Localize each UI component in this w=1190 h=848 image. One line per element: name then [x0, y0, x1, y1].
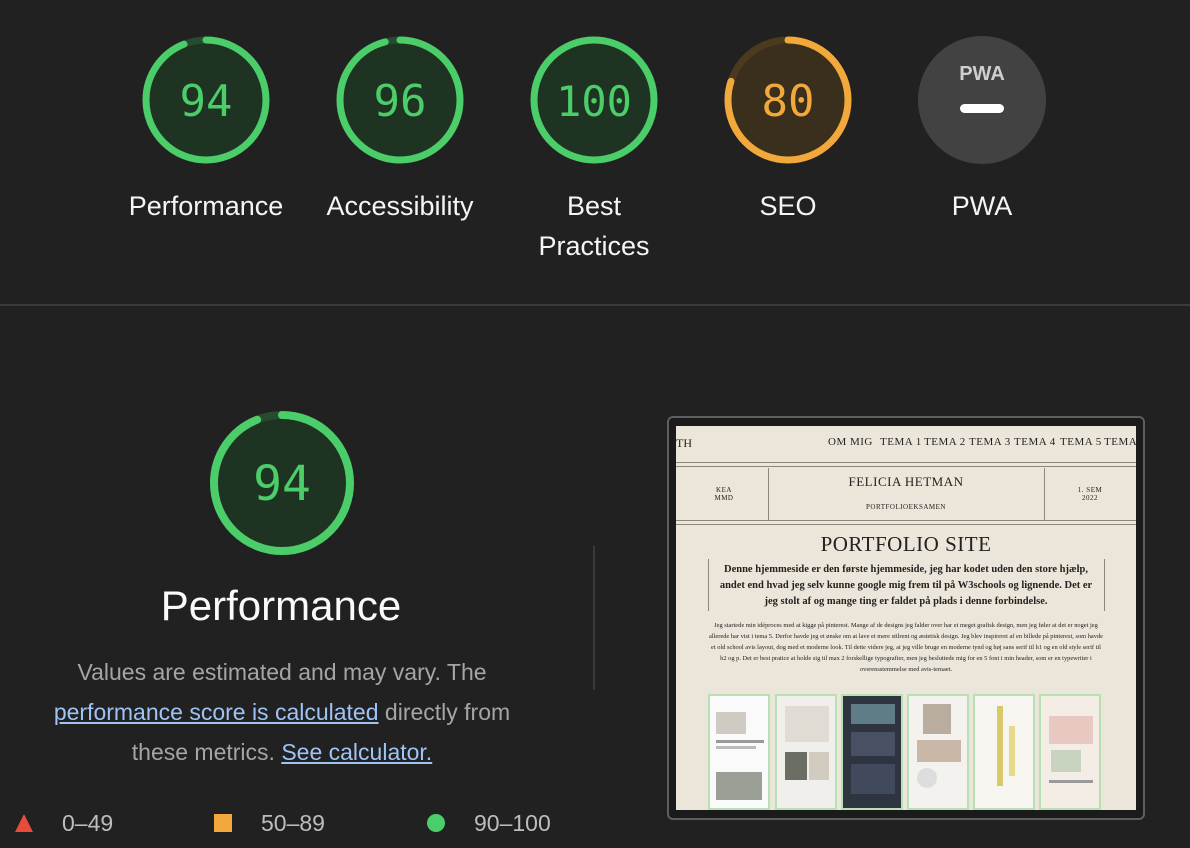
rule: [768, 468, 769, 520]
rule: [676, 524, 1136, 525]
theme-thumbnail: [775, 694, 837, 810]
gauge-ring: 94: [142, 36, 270, 164]
theme-thumbnail: [841, 694, 903, 810]
vertical-divider: [593, 546, 595, 690]
gauge-ring: 100: [530, 36, 658, 164]
site-thumbnails: [708, 694, 1104, 810]
performance-gauge-large: 94: [209, 410, 355, 556]
pwa-dash-icon: [960, 104, 1004, 113]
site-nav-item: TEMA 3: [969, 436, 1011, 448]
gauge-label: SEO: [759, 191, 817, 221]
gauge-ring: 96: [336, 36, 464, 164]
site-author-name: FELICIA HETMAN: [848, 474, 964, 489]
site-nav-item: TEMA 1: [880, 436, 922, 448]
gauge-seo[interactable]: 80 SEO: [724, 36, 852, 221]
site-nav-item: TEMA 6: [1104, 436, 1136, 448]
square-icon: [214, 814, 232, 832]
site-body-text: Jeg startede min idéproces med at kigge …: [709, 622, 1103, 673]
pwa-badge: PWA: [918, 36, 1046, 164]
site-logo: TH: [676, 436, 692, 450]
theme-thumbnail: [708, 694, 770, 810]
legend-range: 90–100: [474, 810, 551, 836]
gauge-label: Performance: [128, 191, 284, 221]
header-left-top: KEA: [716, 486, 732, 494]
section-divider: [0, 304, 1190, 306]
gauge-performance[interactable]: 94 Performance: [129, 36, 283, 221]
site-intro: Denne hjemmeside er den første hjemmesid…: [719, 564, 1093, 607]
rule: [708, 559, 709, 611]
site-nav-item: TEMA 5: [1060, 436, 1102, 448]
gauge-label: Accessibility: [326, 191, 474, 221]
gauge-label: PWA: [951, 191, 1013, 221]
rule: [1044, 468, 1045, 520]
score-calculation-link[interactable]: performance score is calculated: [54, 699, 379, 725]
site-nav-item: OM MIG: [828, 436, 873, 448]
site-heading: PORTFOLIO SITE: [820, 532, 992, 556]
legend-average: 50–89: [213, 808, 353, 840]
site-nav-item: TEMA 4: [1014, 436, 1056, 448]
rule: [676, 462, 1136, 463]
legend-fail: 0–49: [14, 808, 154, 840]
theme-thumbnail: [1039, 694, 1101, 810]
rule: [1104, 559, 1105, 611]
rule: [676, 466, 1136, 467]
description-text: Values are estimated and may vary. The: [77, 659, 487, 685]
gauge-label: Best Practices: [538, 191, 650, 261]
gauge-ring: 94: [210, 411, 354, 555]
site-nav-item: TEMA 2: [924, 436, 966, 448]
performance-description: Values are estimated and may vary. The p…: [30, 652, 534, 772]
gauge-score: 80: [762, 76, 815, 127]
legend-range: 0–49: [62, 810, 114, 836]
gauge-score: 96: [374, 76, 427, 127]
theme-thumbnail: [907, 694, 969, 810]
gauge-pwa[interactable]: PWA PWA: [918, 36, 1046, 221]
legend-range: 50–89: [261, 810, 325, 836]
calculator-link[interactable]: See calculator.: [281, 739, 432, 765]
header-right-bottom: 2022: [1082, 494, 1098, 502]
header-left-bottom: MMD: [714, 494, 734, 502]
performance-title: Performance: [160, 582, 402, 629]
header-right-top: 1. SEM: [1077, 486, 1103, 494]
rule: [676, 520, 1136, 521]
gauge-best-practices[interactable]: 100 Best Practices: [530, 36, 658, 261]
triangle-icon: [15, 814, 33, 832]
site-subtitle: PORTFOLIOEKSAMEN: [866, 503, 946, 511]
pwa-badge-text: PWA: [959, 63, 1005, 85]
gauge-score: 94: [180, 76, 233, 127]
theme-thumbnail: [973, 694, 1035, 810]
final-screenshot: TH OM MIG TEMA 1 TEMA 2 TEMA 3 TEMA 4 TE…: [676, 426, 1136, 810]
legend-pass: 90–100: [426, 808, 576, 840]
gauge-score: 100: [556, 77, 632, 126]
gauge-accessibility[interactable]: 96 Accessibility: [326, 36, 474, 221]
gauge-ring: 80: [724, 36, 852, 164]
gauge-score: 94: [253, 456, 311, 512]
circle-icon: [427, 814, 445, 832]
